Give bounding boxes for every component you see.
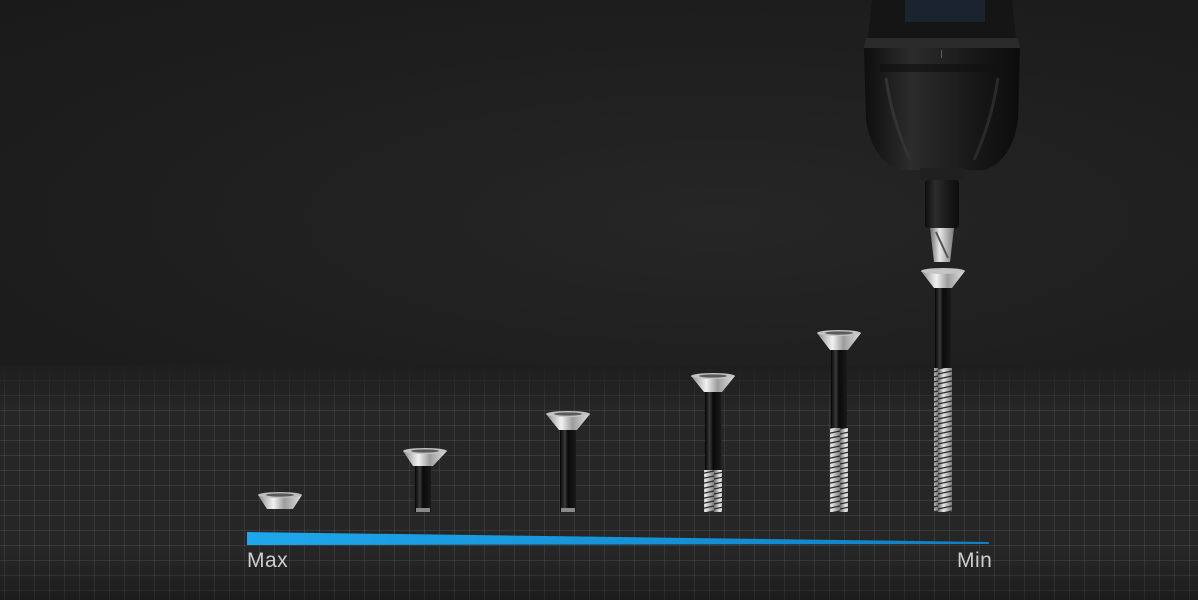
screw-6 — [921, 268, 965, 512]
screw-2 — [403, 448, 447, 512]
screw-3 — [546, 411, 590, 512]
svg-text:|: | — [940, 49, 943, 58]
depth-scale-bar — [247, 532, 989, 545]
drill-icon: | — [864, 0, 1020, 262]
min-label: Min — [957, 549, 993, 572]
screw-scene: | — [247, 0, 1020, 545]
screw-4 — [691, 373, 735, 512]
screw-1 — [258, 492, 302, 509]
screw-5 — [817, 330, 861, 512]
max-label: Max — [247, 549, 289, 572]
